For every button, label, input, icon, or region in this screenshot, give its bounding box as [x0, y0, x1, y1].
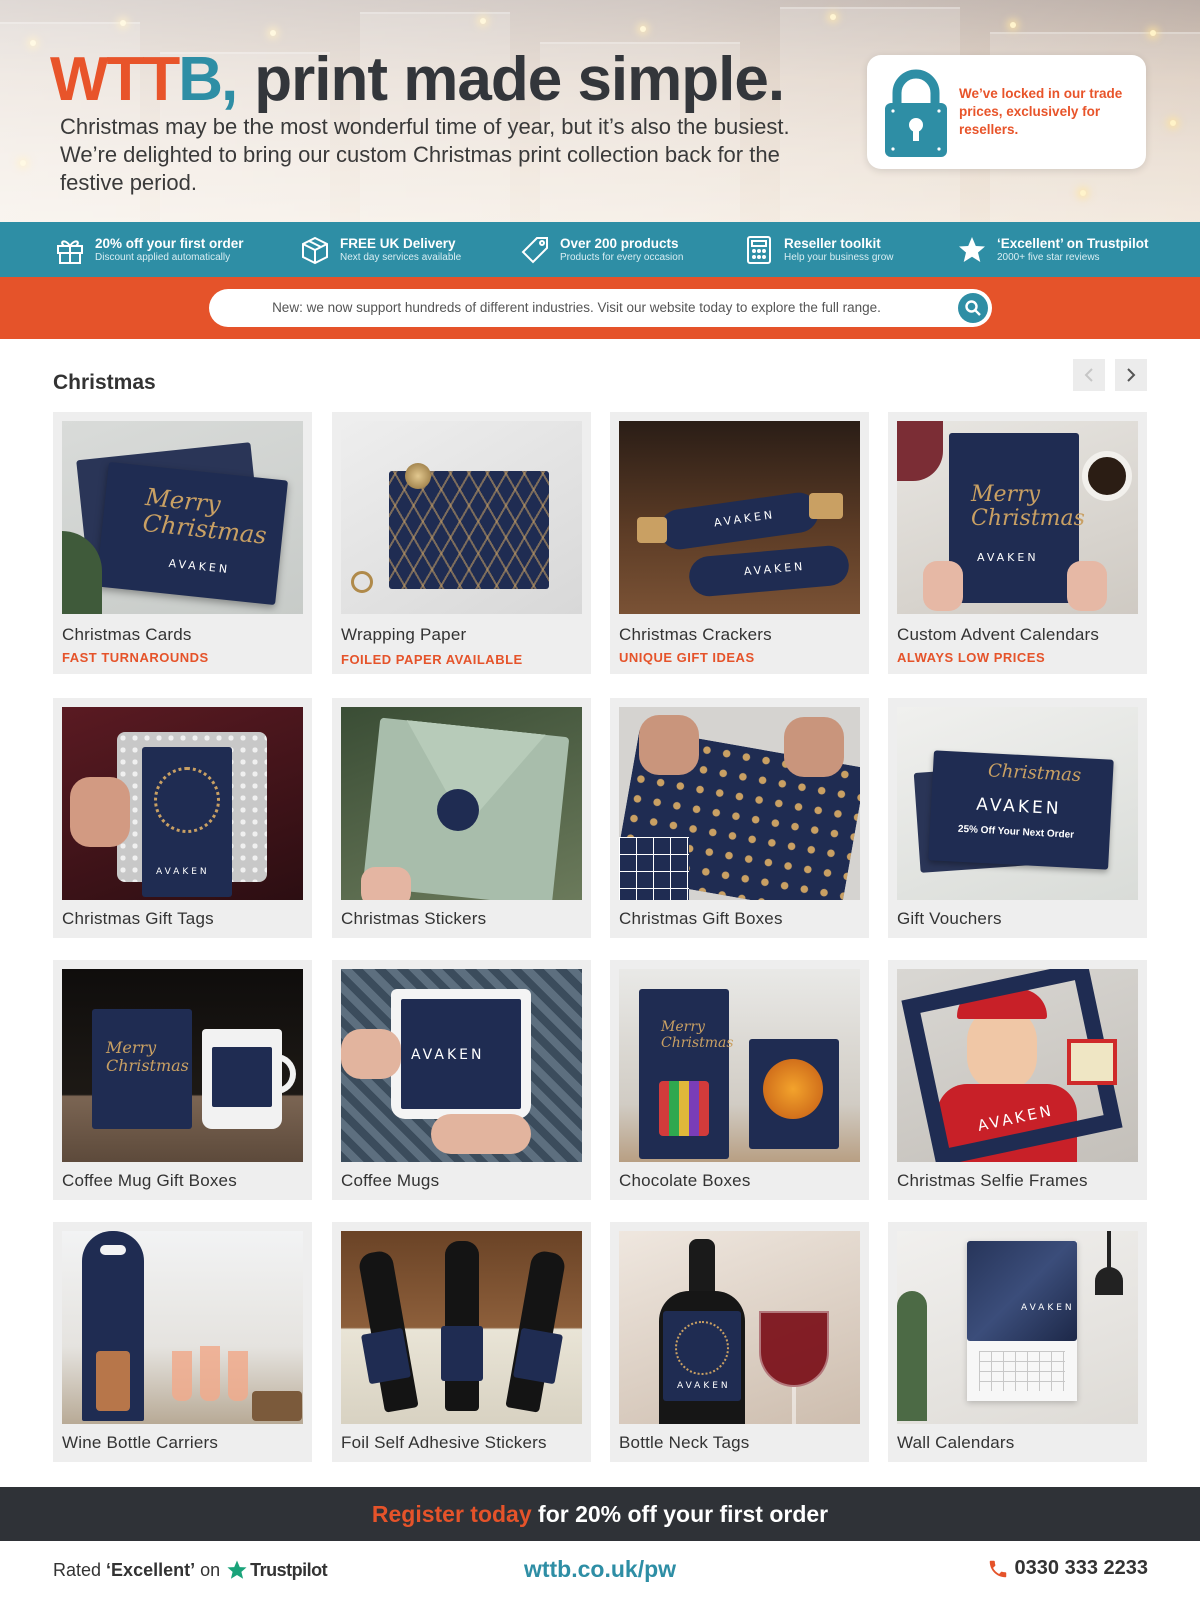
product-card-advent-calendars[interactable]: Merry Christmas AVAKEN Custom Advent Cale… — [888, 412, 1147, 674]
wttb-logo[interactable]: WTTB, — [50, 44, 238, 115]
product-name: Christmas Crackers — [619, 625, 772, 644]
product-name: Coffee Mug Gift Boxes — [62, 1171, 237, 1190]
product-image — [341, 421, 582, 614]
product-card-christmas-stickers[interactable]: Christmas Stickers — [332, 698, 591, 938]
product-name: Christmas Gift Tags — [62, 909, 214, 928]
product-name: Gift Vouchers — [897, 909, 1002, 928]
product-image: AVAKEN — [341, 969, 582, 1162]
product-name: Wine Bottle Carriers — [62, 1433, 219, 1452]
search-strip: New: we now support hundreds of differen… — [0, 277, 1200, 339]
product-image — [62, 1231, 303, 1424]
phone-icon — [989, 1560, 1006, 1577]
product-name: Wrapping Paper — [341, 625, 467, 644]
brand-header: WTTB, print made simple. — [50, 44, 785, 115]
product-card-christmas-crackers[interactable]: AVAKEN AVAKEN Christmas Crackers UNIQUE … — [610, 412, 869, 674]
product-image — [341, 1231, 582, 1424]
gift-icon — [53, 233, 87, 267]
search-input[interactable]: New: we now support hundreds of differen… — [209, 289, 992, 327]
search-button[interactable] — [958, 293, 988, 323]
product-name: Custom Advent Calendars — [897, 625, 1100, 644]
tag-icon — [518, 233, 552, 267]
hero-intro-text: Christmas may be the most wonderful time… — [60, 114, 790, 195]
product-card-christmas-cards[interactable]: Merry Christmas AVAKEN Christmas Cards FA… — [53, 412, 312, 674]
register-cta-bar[interactable]: Register today for 20% off your first or… — [0, 1487, 1200, 1541]
trade-price-lock-card: We’ve locked in our trade prices, exclus… — [867, 55, 1146, 169]
product-image: Merry Christmas — [62, 969, 303, 1162]
product-image: AVAKEN AVAKEN — [619, 421, 860, 614]
carousel-next-button[interactable] — [1115, 359, 1147, 391]
product-card-bottle-neck-tags[interactable]: AVAKEN Bottle Neck Tags — [610, 1222, 869, 1462]
product-card-chocolate-boxes[interactable]: Merry Christmas Chocolate Boxes — [610, 960, 869, 1200]
product-image: AVAKEN — [619, 1231, 860, 1424]
product-image — [619, 707, 860, 900]
hero-banner: WTTB, print made simple. Christmas may b… — [0, 0, 1200, 222]
benefits-bar: 20% off your first order Discount applied… — [0, 222, 1200, 277]
product-card-coffee-mugs[interactable]: AVAKEN Coffee Mugs — [332, 960, 591, 1200]
search-placeholder: New: we now support hundreds of differen… — [272, 300, 881, 315]
carousel-prev-button[interactable] — [1073, 359, 1105, 391]
product-image — [341, 707, 582, 900]
product-image: AVAKEN — [897, 1231, 1138, 1424]
product-name: Foil Self Adhesive Stickers — [341, 1433, 547, 1452]
register-link[interactable]: Register today — [372, 1501, 532, 1527]
product-name: Christmas Cards — [62, 625, 192, 644]
product-card-gift-vouchers[interactable]: Christmas AVAKEN 25% Off Your Next Order… — [888, 698, 1147, 938]
product-image: AVAKEN — [897, 969, 1138, 1162]
product-image: Merry Christmas — [619, 969, 860, 1162]
product-name: Coffee Mugs — [341, 1171, 440, 1190]
product-image: Merry Christmas AVAKEN — [897, 421, 1138, 614]
section-title: Christmas — [53, 371, 156, 394]
calculator-icon — [742, 233, 776, 267]
product-card-wall-calendars[interactable]: AVAKEN Wall Calendars — [888, 1222, 1147, 1462]
product-name: Wall Calendars — [897, 1433, 1015, 1452]
product-image: Christmas AVAKEN 25% Off Your Next Order — [897, 707, 1138, 900]
product-image: AVAKEN — [62, 707, 303, 900]
product-name: Christmas Gift Boxes — [619, 909, 783, 928]
benefit-reseller-toolkit[interactable]: Reseller toolkit Help your business grow — [742, 222, 894, 277]
product-tag: UNIQUE GIFT IDEAS — [619, 650, 755, 665]
product-card-gift-boxes[interactable]: Christmas Gift Boxes — [610, 698, 869, 938]
chevron-right-icon — [1127, 368, 1136, 382]
product-tag: FOILED PAPER AVAILABLE — [341, 652, 523, 667]
search-icon — [965, 300, 981, 316]
product-tag: FAST TURNAROUNDS — [62, 650, 209, 665]
lock-message: We’ve locked in our trade prices, exclus… — [959, 86, 1123, 137]
benefit-first-order[interactable]: 20% off your first order Discount applied… — [53, 222, 244, 277]
package-icon — [298, 233, 332, 267]
benefit-trustpilot[interactable]: ‘Excellent’ on Trustpilot 2000+ five star… — [955, 222, 1149, 277]
product-name: Bottle Neck Tags — [619, 1433, 750, 1452]
padlock-icon — [885, 69, 947, 157]
register-offer-text: for 20% off your first order — [531, 1501, 829, 1527]
product-card-gift-tags[interactable]: AVAKEN Christmas Gift Tags — [53, 698, 312, 938]
star-icon — [955, 233, 989, 267]
product-card-selfie-frames[interactable]: AVAKEN Christmas Selfie Frames — [888, 960, 1147, 1200]
benefit-free-delivery[interactable]: FREE UK Delivery Next day services availa… — [298, 222, 461, 277]
product-tag: ALWAYS LOW PRICES — [897, 650, 1046, 665]
tagline: print made simple. — [254, 45, 785, 114]
phone-number[interactable]: 0330 333 2233 — [987, 1557, 1148, 1580]
product-name: Chocolate Boxes — [619, 1171, 751, 1190]
page-footer: Rated ‘Excellent’ on Trustpilot wttb.co.… — [0, 1541, 1200, 1599]
product-card-foil-stickers[interactable]: Foil Self Adhesive Stickers — [332, 1222, 591, 1462]
product-card-wrapping-paper[interactable]: Wrapping Paper FOILED PAPER AVAILABLE — [332, 412, 591, 674]
product-card-coffee-mug-gift-boxes[interactable]: Merry Christmas Coffee Mug Gift Boxes — [53, 960, 312, 1200]
product-name: Christmas Stickers — [341, 909, 487, 928]
benefit-products[interactable]: Over 200 products Products for every occa… — [518, 222, 683, 277]
chevron-left-icon — [1084, 368, 1093, 382]
product-card-wine-bottle-carriers[interactable]: Wine Bottle Carriers — [53, 1222, 312, 1462]
product-name: Christmas Selfie Frames — [897, 1171, 1088, 1190]
product-image: Merry Christmas AVAKEN — [62, 421, 303, 614]
